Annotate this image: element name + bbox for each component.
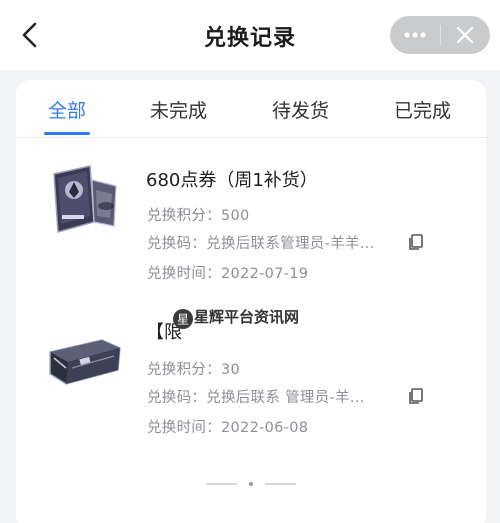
tab-completed[interactable]: 已完成 bbox=[394, 96, 451, 123]
active-tab-indicator bbox=[44, 132, 90, 135]
copy-button[interactable] bbox=[406, 386, 426, 406]
code-label: 兑换码： bbox=[147, 390, 207, 406]
time-row: 兑换时间：2022-07-19 bbox=[147, 262, 308, 283]
copy-button[interactable] bbox=[406, 232, 426, 252]
points-label: 兑换积分： bbox=[147, 208, 221, 224]
close-icon bbox=[457, 26, 474, 44]
points-label: 兑换积分： bbox=[147, 362, 221, 378]
supply-box-image bbox=[49, 339, 121, 385]
code-value: 兑换后联系 管理员-羊... bbox=[206, 390, 365, 406]
time-label: 兑换时间： bbox=[147, 420, 221, 436]
watermark-text: 星辉平台资讯网 bbox=[194, 308, 300, 326]
coupon-crate-image bbox=[53, 165, 117, 233]
filter-tabs: 全部 未完成 待发货 已完成 bbox=[16, 80, 486, 138]
time-label: 兑换时间： bbox=[147, 266, 221, 282]
code-value: 兑换后联系管理员-羊羊... bbox=[206, 236, 375, 252]
code-row: 兑换码：兑换后联系 管理员-羊... bbox=[147, 386, 365, 407]
svg-text:星: 星 bbox=[177, 313, 189, 327]
points-row: 兑换积分：30 bbox=[147, 358, 240, 379]
tab-pending-shipment[interactable]: 待发货 bbox=[272, 96, 329, 123]
copy-icon bbox=[409, 234, 423, 250]
points-row: 兑换积分：500 bbox=[147, 204, 250, 225]
tab-all[interactable]: 全部 bbox=[48, 96, 86, 123]
list-item[interactable]: 680点券（周1补货） 兑换积分：500 兑换码：兑换后联系管理员-羊羊... … bbox=[16, 148, 486, 288]
mini-program-capsule bbox=[390, 16, 490, 54]
more-dots-icon bbox=[404, 32, 426, 38]
record-title: 680点券（周1补货） bbox=[146, 170, 318, 191]
time-value: 2022-06-08 bbox=[221, 420, 309, 436]
copy-icon bbox=[409, 388, 423, 404]
code-row: 兑换码：兑换后联系管理员-羊羊... bbox=[147, 232, 374, 253]
tab-unfinished[interactable]: 未完成 bbox=[150, 96, 207, 123]
more-button[interactable] bbox=[390, 16, 440, 54]
code-label: 兑换码： bbox=[147, 236, 207, 252]
time-row: 兑换时间：2022-06-08 bbox=[147, 416, 308, 437]
watermark-logo-icon: 星 bbox=[173, 309, 193, 329]
page-indicator bbox=[206, 481, 296, 487]
records-card: 全部 未完成 待发货 已完成 680点券（周1补货） 兑换积分：500 兑换码：… bbox=[16, 80, 486, 523]
time-value: 2022-07-19 bbox=[221, 266, 309, 282]
close-button[interactable] bbox=[440, 16, 490, 54]
points-value: 500 bbox=[221, 208, 250, 224]
navigation-bar: 兑换记录 bbox=[0, 0, 500, 70]
points-value: 30 bbox=[221, 362, 241, 378]
